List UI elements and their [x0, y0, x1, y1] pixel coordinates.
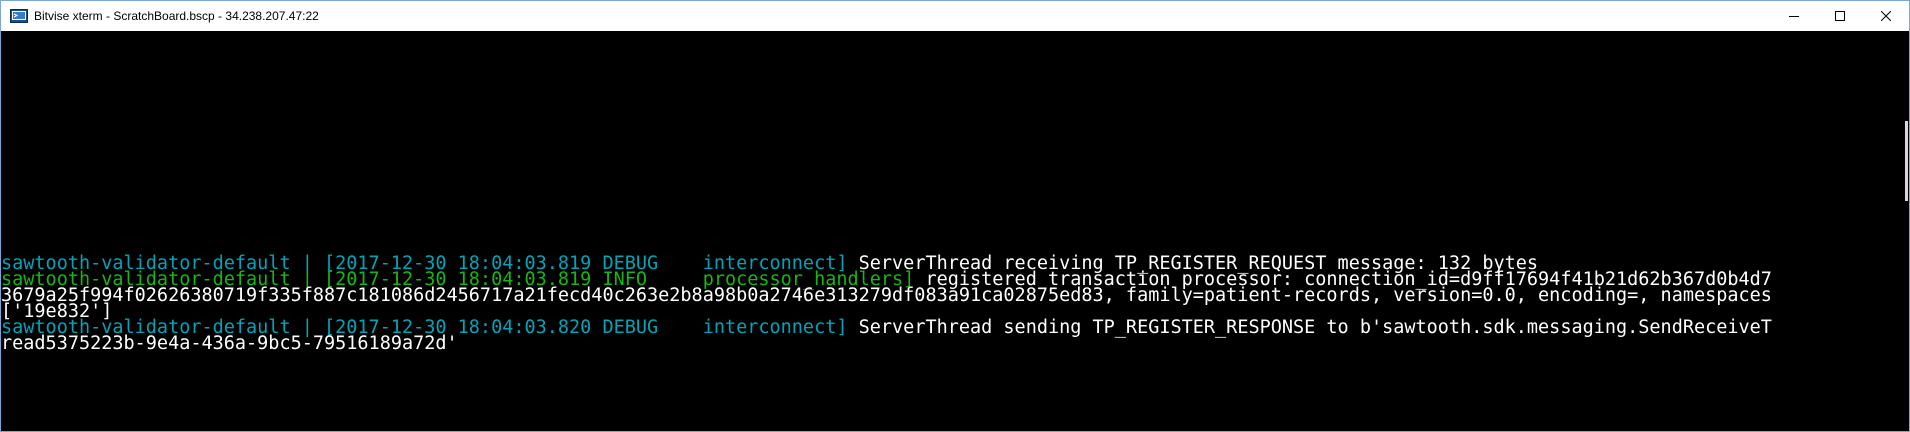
terminal-output[interactable]: sawtooth-validator-default | [2017-12-30…	[1, 31, 1895, 431]
log-line: 3679a25f994f02626380719f335f887c181086d2…	[1, 285, 1772, 306]
vertical-scrollbar[interactable]	[1894, 31, 1909, 431]
maximize-button[interactable]	[1817, 1, 1863, 31]
log-line: read5375223b-9e4a-436a-9bc5-79516189a72d…	[1, 333, 458, 354]
minimize-icon	[1789, 16, 1799, 17]
title-bar[interactable]: Bitvise xterm - ScratchBoard.bscp - 34.2…	[1, 1, 1909, 31]
scrollbar-track-icon	[1894, 31, 1909, 431]
window-controls	[1771, 1, 1909, 31]
log-message: 3679a25f994f02626380719f335f887c181086d2…	[1, 285, 1772, 306]
bitvise-xterm-icon[interactable]	[10, 9, 28, 23]
close-icon	[1881, 11, 1891, 21]
close-button[interactable]	[1863, 1, 1909, 31]
log-message: ServerThread sending TP_REGISTER_RESPONS…	[858, 317, 1772, 338]
maximize-icon	[1835, 11, 1845, 21]
window-title: Bitvise xterm - ScratchBoard.bscp - 34.2…	[34, 9, 319, 23]
log-message: read5375223b-9e4a-436a-9bc5-79516189a72d…	[1, 333, 458, 354]
terminal-window: Bitvise xterm - ScratchBoard.bscp - 34.2…	[0, 0, 1910, 432]
minimize-button[interactable]	[1771, 1, 1817, 31]
